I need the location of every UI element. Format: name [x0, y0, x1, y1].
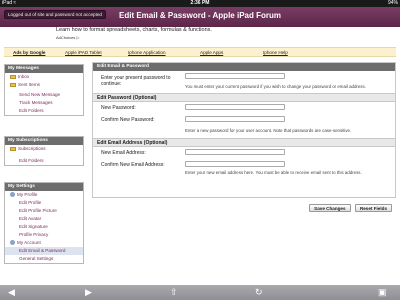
sidebar-item-edit-email-password[interactable]: Edit Email & Password [5, 247, 83, 255]
sidebar-item-general-settings[interactable]: General Settings [5, 255, 83, 263]
sidebar-item-edit-folders[interactable]: Edit Folders [5, 107, 83, 115]
sidebar-item-track-messages[interactable]: Track Messages [5, 99, 83, 107]
sidebar-item-inbox[interactable]: Inbox [5, 73, 83, 81]
new-password-row: New Password: [93, 102, 395, 114]
sidebar-settings: My Settings My Profile Edit Profile Edit… [4, 182, 84, 264]
sidebar-subscriptions-title: My Subscriptions [5, 137, 83, 145]
sidebar-item-edit-signature[interactable]: Edit Signature [5, 223, 83, 231]
clock: 2:36 PM [190, 0, 210, 6]
new-email-row: New Email Address: [93, 147, 395, 159]
email-hint-row: Enter your new email address here. You m… [93, 170, 395, 197]
ad-link-ipad-tablet[interactable]: Apple iPAD Tablet [65, 48, 102, 57]
share-icon[interactable]: ⇧ [170, 288, 178, 297]
battery-indicator: 94% [387, 0, 398, 6]
sidebar-item-my-account[interactable]: My Account [5, 239, 83, 247]
sidebar-item-send-message[interactable]: Send New Message [5, 91, 83, 99]
new-email-input[interactable] [185, 149, 285, 155]
sidebar-item-profile-privacy[interactable]: Profile Privacy [5, 231, 83, 239]
folder-icon [10, 82, 16, 87]
new-password-input[interactable] [185, 104, 285, 110]
email-section-title: Edit Email Address (Optional) [93, 138, 395, 147]
user-icon [10, 192, 15, 198]
browser-title-bar: Logged out of site and password not acce… [0, 7, 400, 27]
current-password-hint: You must enter your current password if … [185, 84, 366, 89]
new-password-label: New Password: [101, 105, 136, 111]
confirm-password-row: Confirm New Password: [93, 114, 395, 126]
browser-toolbar: ◀ ▶ ⇧ ↻ ▣ [0, 285, 400, 300]
confirm-password-input[interactable] [185, 116, 285, 122]
ad-bar: Ads by Google Apple iPAD Tablet Iphone A… [4, 47, 396, 57]
password-hint: Enter a new password for your user accou… [185, 128, 352, 133]
sidebar-messages: My Messages Inbox Sent Items Send New Me… [4, 64, 84, 116]
new-email-label: New Email Address: [101, 150, 146, 156]
confirm-email-input[interactable] [185, 161, 285, 167]
pages-icon[interactable]: ▣ [378, 288, 387, 297]
page-title: Edit Email & Password - Apple iPad Forum [119, 11, 281, 20]
sidebar-settings-title: My Settings [5, 183, 83, 191]
sidebar-item-sent[interactable]: Sent Items [5, 81, 83, 89]
reload-icon[interactable]: ↻ [255, 288, 263, 297]
sidebar-item-edit-profile[interactable]: Edit Profile [5, 199, 83, 207]
current-password-input[interactable] [185, 73, 285, 79]
email-hint: Enter your new email address here. You m… [185, 170, 362, 175]
ads-by-google-link[interactable]: Ads by Google [13, 48, 45, 57]
promo-text[interactable]: Learn how to format spreadsheets, charts… [56, 27, 212, 33]
ad-link-apple-apps[interactable]: Apple Apps [200, 48, 223, 57]
reset-fields-button[interactable]: Reset Fields [354, 204, 392, 212]
sidebar-item-subscriptions[interactable]: Subscriptions [5, 145, 83, 153]
current-password-row: Enter your present password to continue:… [93, 71, 395, 93]
confirm-email-label: Confirm New Email Address: [101, 162, 165, 168]
folder-icon [10, 74, 16, 79]
password-section-title: Edit Password (Optional) [93, 93, 395, 102]
sidebar-subscriptions: My Subscriptions Subscriptions Edit Fold… [4, 136, 84, 166]
sidebar-item-edit-avatar[interactable]: Edit Avatar [5, 215, 83, 223]
confirm-password-label: Confirm New Password: [101, 117, 155, 123]
folder-icon [10, 146, 16, 151]
sidebar-messages-title: My Messages [5, 65, 83, 73]
password-hint-row: Enter a new password for your user accou… [93, 126, 395, 138]
back-icon[interactable]: ◀ [8, 288, 15, 297]
save-changes-button[interactable]: Save Changes [309, 204, 351, 212]
status-bar: iPad ≈ 2:36 PM 94% [0, 0, 400, 7]
user-icon [10, 240, 15, 246]
edit-email-password-panel: Edit Email & Password Enter your present… [92, 62, 396, 198]
sidebar-item-edit-profile-picture[interactable]: Edit Profile Picture [5, 207, 83, 215]
panel-title: Edit Email & Password [93, 63, 395, 71]
sidebar-item-edit-folders-subs[interactable]: Edit Folders [5, 157, 83, 165]
ad-link-iphone-application[interactable]: Iphone Application [128, 48, 166, 57]
page-content: Learn how to format spreadsheets, charts… [0, 27, 400, 285]
current-password-label: Enter your present password to continue: [101, 75, 171, 87]
form-buttons: Save Changes Reset Fields [306, 204, 392, 212]
ad-link-iphone-help[interactable]: Iphone Help [263, 48, 288, 57]
adchoices-link[interactable]: AdChoices ▷ [56, 35, 80, 40]
forward-icon[interactable]: ▶ [85, 288, 92, 297]
sidebar-item-my-profile[interactable]: My Profile [5, 191, 83, 199]
